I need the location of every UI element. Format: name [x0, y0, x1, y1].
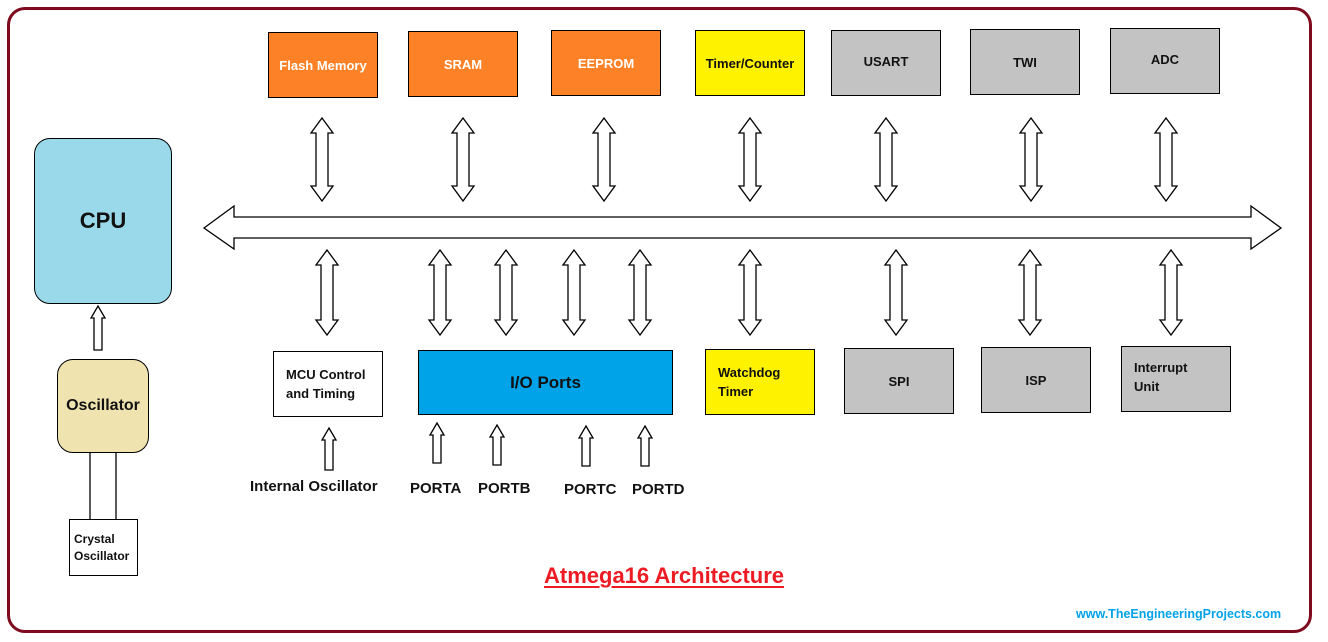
portc-label: PORTC [564, 481, 617, 498]
timer-counter-label: Timer/Counter [705, 55, 795, 71]
spi-label: SPI [888, 373, 910, 389]
twi-block: TWI [970, 29, 1080, 95]
portc-arrow [577, 424, 595, 467]
watchdog-timer-block: Watchdog Timer [705, 349, 815, 415]
isp-label: ISP [1025, 372, 1047, 388]
bottom-connector-arrow-4 [561, 248, 587, 337]
io-ports-label: I/O Ports [510, 372, 581, 392]
internal-oscillator-arrow [320, 426, 338, 471]
diagram-title: Atmega16 Architecture [544, 563, 785, 588]
crystal-oscillator-block: Crystal Oscillator [69, 519, 138, 576]
connectors [89, 116, 1283, 519]
top-connector-arrow-7 [1153, 116, 1179, 203]
bottom-connector-arrow-6 [737, 248, 763, 337]
top-connector-arrow-4 [737, 116, 763, 203]
portd-arrow [636, 424, 654, 467]
top-connector-arrow-2 [450, 116, 476, 203]
bottom-connector-arrow-7 [883, 248, 909, 337]
data-bus-arrow [202, 204, 1283, 251]
cpu-label: CPU [79, 208, 127, 233]
eeprom-label: EEPROM [577, 55, 635, 71]
mcu-control-timing-block: MCU Control and Timing [273, 351, 383, 417]
adc-label: ADC [1150, 51, 1180, 67]
flash-memory-block: Flash Memory [268, 32, 378, 98]
porta-arrow [428, 421, 446, 464]
cpu-block: CPU [34, 138, 172, 304]
oscillator-to-cpu-arrow [89, 304, 107, 351]
bottom-connector-arrow-9 [1158, 248, 1184, 337]
bottom-connector-arrow-5 [627, 248, 653, 337]
top-connector-arrow-1 [309, 116, 335, 203]
eeprom-block: EEPROM [551, 30, 661, 96]
bottom-connector-arrow-8 [1017, 248, 1043, 337]
portb-label: PORTB [478, 480, 531, 497]
adc-block: ADC [1110, 28, 1220, 94]
internal-oscillator-label: Internal Oscillator [250, 478, 378, 495]
porta-label: PORTA [410, 480, 462, 497]
isp-block: ISP [981, 347, 1091, 413]
bottom-connector-arrow-2 [427, 248, 453, 337]
portb-arrow [488, 423, 506, 466]
usart-label: USART [863, 53, 909, 69]
usart-block: USART [831, 30, 941, 96]
website-watermark: www.TheEngineeringProjects.com [1076, 607, 1282, 621]
top-connector-arrow-3 [591, 116, 617, 203]
interrupt-unit-label: Interrupt Unit [1134, 360, 1188, 394]
sram-block: SRAM [408, 31, 518, 97]
portd-label: PORTD [632, 481, 685, 498]
crystal-oscillator-label: Crystal Oscillator [74, 531, 130, 563]
top-connector-arrow-6 [1018, 116, 1044, 203]
bottom-connector-arrow-3 [493, 248, 519, 337]
timer-counter-block: Timer/Counter [695, 30, 805, 96]
oscillator-block: Oscillator [57, 359, 149, 453]
spi-block: SPI [844, 348, 954, 414]
watchdog-timer-label: Watchdog Timer [718, 365, 781, 399]
interrupt-unit-block: Interrupt Unit [1121, 346, 1231, 412]
mcu-control-timing-label: MCU Control and Timing [286, 367, 366, 401]
twi-label: TWI [1013, 54, 1037, 70]
io-ports-block: I/O Ports [418, 350, 673, 415]
top-connector-arrow-5 [873, 116, 899, 203]
bottom-connector-arrow-1 [314, 248, 340, 337]
oscillator-label: Oscillator [66, 397, 140, 414]
sram-label: SRAM [443, 56, 483, 72]
flash-memory-label: Flash Memory [279, 57, 367, 73]
